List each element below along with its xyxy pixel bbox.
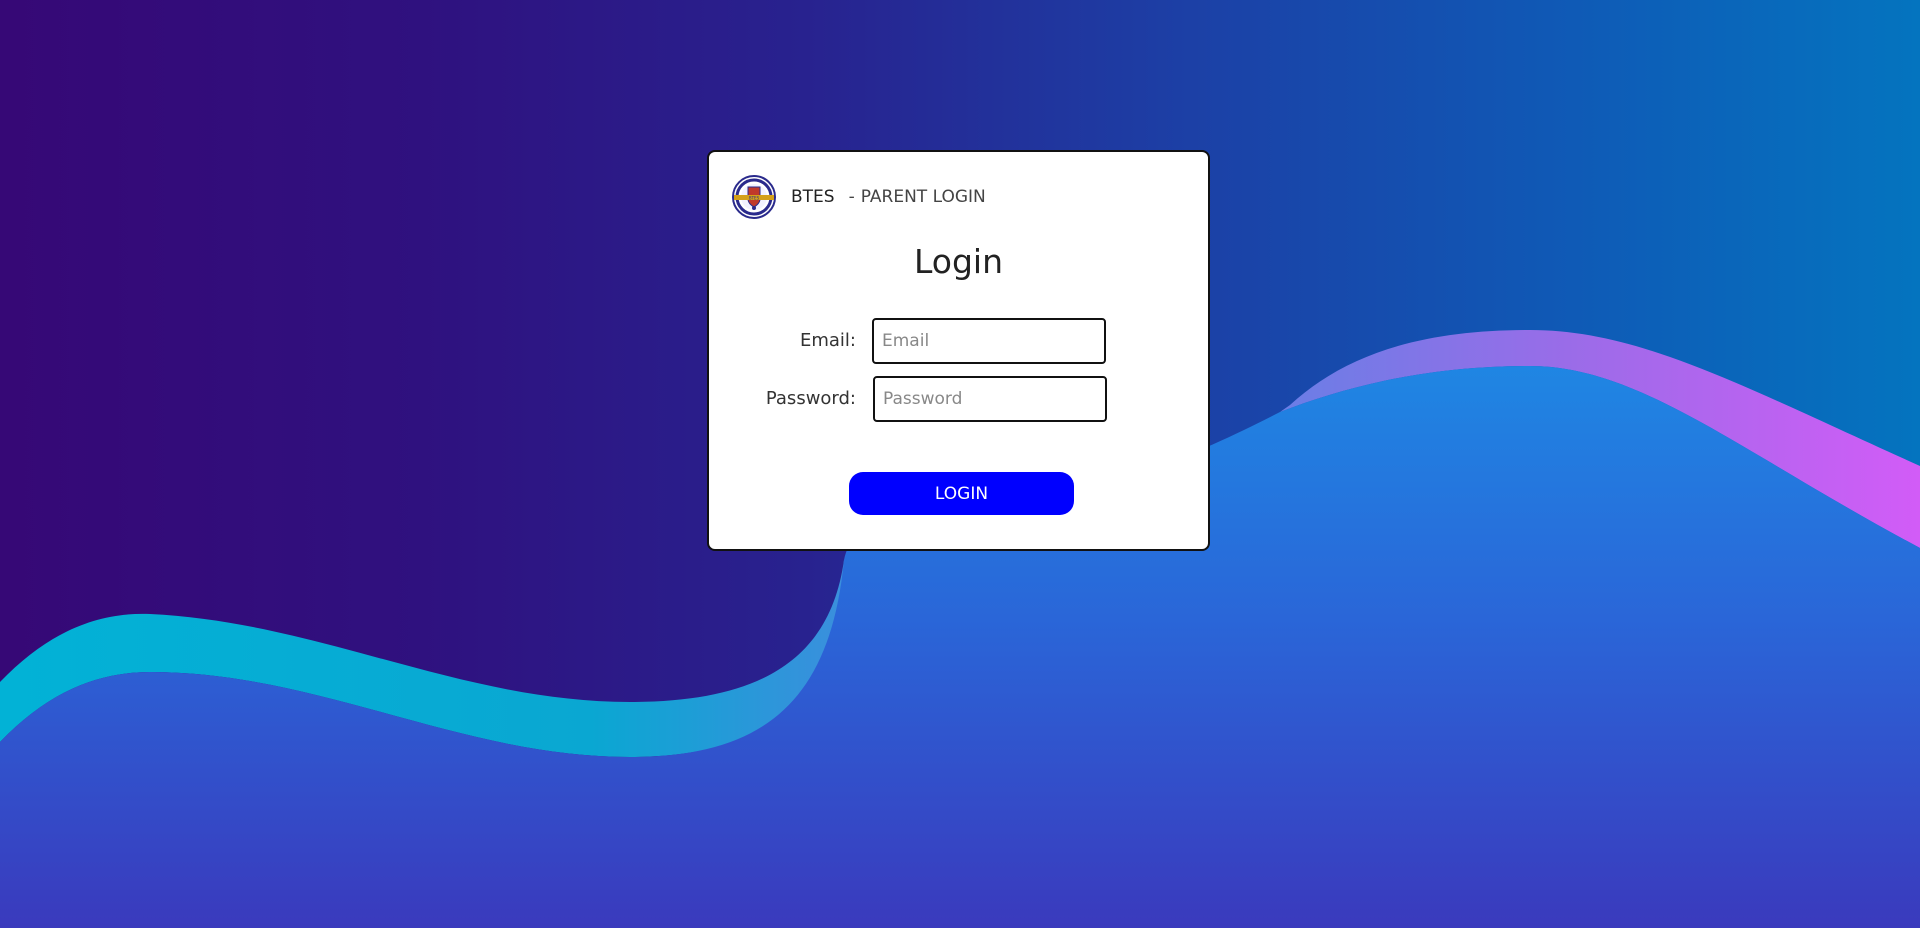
page-title: Login [913, 242, 1004, 281]
email-label: Email: [799, 330, 856, 351]
password-field[interactable] [873, 376, 1107, 422]
password-label: Password: [765, 388, 856, 409]
school-crest-logo: BTES [732, 175, 776, 219]
email-field[interactable] [872, 318, 1106, 364]
title-separator: - [848, 187, 855, 207]
brand-header: BTES BTES - PARENT LOGIN [732, 174, 986, 220]
login-button[interactable]: LOGIN [849, 472, 1074, 515]
svg-text:BTES: BTES [749, 195, 760, 200]
login-card: BTES BTES - PARENT LOGIN Login Email: Pa… [707, 150, 1210, 551]
login-page: BTES BTES - PARENT LOGIN Login Email: Pa… [0, 0, 1920, 928]
portal-label: PARENT LOGIN [860, 187, 986, 207]
school-name: BTES [791, 187, 835, 207]
